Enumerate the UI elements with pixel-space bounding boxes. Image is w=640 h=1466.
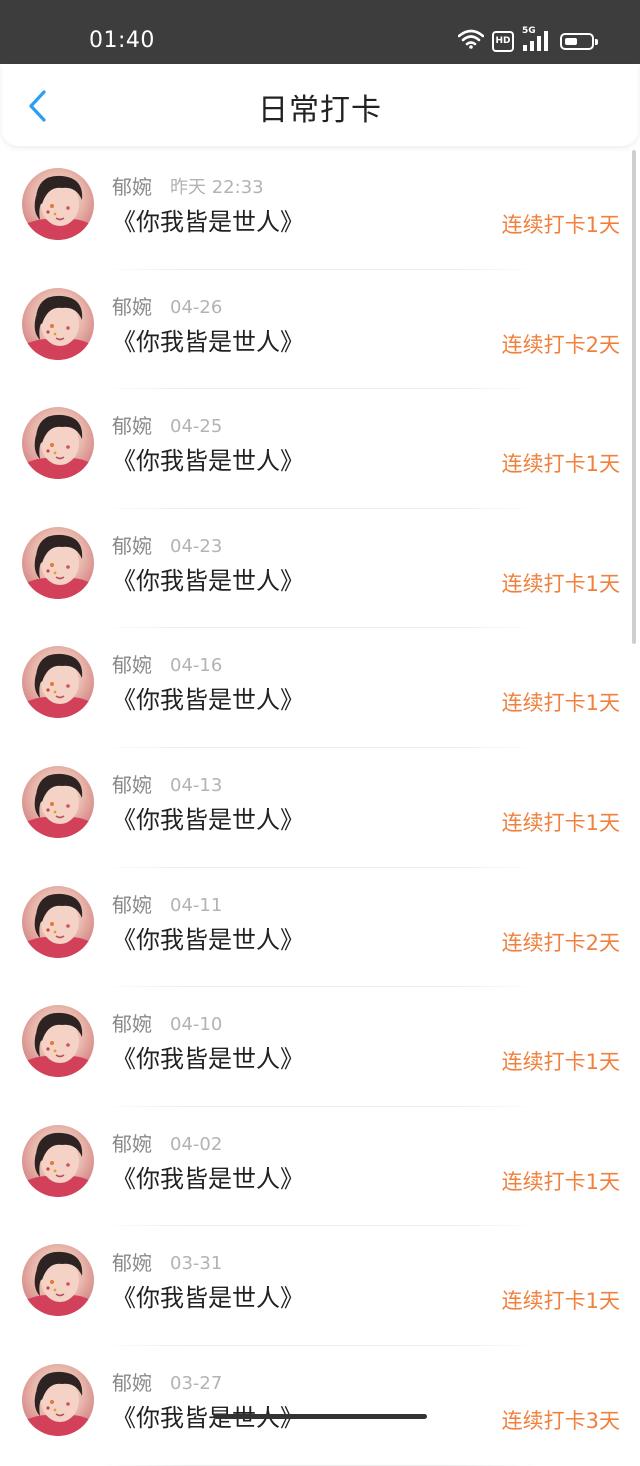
scrollbar[interactable] [632, 150, 636, 644]
user-name: 郁婉 [112, 1369, 152, 1397]
page-title: 日常打卡 [2, 64, 638, 146]
wifi-icon [458, 29, 484, 53]
book-title: 《你我皆是世人》 [112, 563, 304, 599]
book-title: 《你我皆是世人》 [112, 802, 304, 838]
streak-label: 连续打卡2天 [502, 328, 620, 362]
status-time: 01:40 [89, 26, 155, 56]
app-header: 日常打卡 [2, 64, 638, 146]
checkin-item[interactable]: 郁婉 04-11 《你我皆是世人》 连续打卡2天 [0, 868, 640, 988]
streak-label: 连续打卡1天 [502, 208, 620, 242]
status-icons: HD 5G [458, 26, 594, 56]
avatar[interactable] [22, 407, 94, 479]
book-title: 《你我皆是世人》 [112, 1161, 304, 1197]
user-name: 郁婉 [112, 173, 152, 201]
user-name: 郁婉 [112, 771, 152, 799]
avatar[interactable] [22, 766, 94, 838]
user-name: 郁婉 [112, 293, 152, 321]
checkin-item[interactable]: 郁婉 03-31 《你我皆是世人》 连续打卡1天 [0, 1226, 640, 1346]
divider [100, 1465, 540, 1466]
avatar[interactable] [22, 168, 94, 240]
user-name: 郁婉 [112, 412, 152, 440]
checkin-item[interactable]: 郁婉 03-27 《你我皆是世人》 连续打卡3天 [0, 1346, 640, 1466]
checkin-item[interactable]: 郁婉 04-23 《你我皆是世人》 连续打卡1天 [0, 509, 640, 629]
user-name: 郁婉 [112, 532, 152, 560]
streak-label: 连续打卡3天 [502, 1404, 620, 1438]
book-title: 《你我皆是世人》 [112, 324, 304, 360]
signal-5g-icon: 5G [522, 30, 552, 52]
post-date: 04-23 [170, 533, 222, 561]
streak-label: 连续打卡1天 [502, 686, 620, 720]
avatar[interactable] [22, 886, 94, 958]
post-date: 04-10 [170, 1011, 222, 1039]
home-indicator[interactable] [213, 1414, 427, 1419]
status-bar: 01:40 HD 5G [0, 0, 640, 64]
book-title: 《你我皆是世人》 [112, 682, 304, 718]
checkin-item[interactable]: 郁婉 04-25 《你我皆是世人》 连续打卡1天 [0, 389, 640, 509]
book-title: 《你我皆是世人》 [112, 922, 304, 958]
checkin-item[interactable]: 郁婉 04-13 《你我皆是世人》 连续打卡1天 [0, 748, 640, 868]
avatar[interactable] [22, 527, 94, 599]
post-date: 04-11 [170, 892, 222, 920]
book-title: 《你我皆是世人》 [112, 1041, 304, 1077]
streak-label: 连续打卡1天 [502, 567, 620, 601]
checkin-item[interactable]: 郁婉 04-02 《你我皆是世人》 连续打卡1天 [0, 1107, 640, 1227]
book-title: 《你我皆是世人》 [112, 204, 304, 240]
book-title: 《你我皆是世人》 [112, 443, 304, 479]
streak-label: 连续打卡1天 [502, 447, 620, 481]
avatar[interactable] [22, 646, 94, 718]
post-date: 04-13 [170, 772, 222, 800]
post-date: 04-02 [170, 1131, 222, 1159]
streak-label: 连续打卡2天 [502, 926, 620, 960]
streak-label: 连续打卡1天 [502, 1045, 620, 1079]
user-name: 郁婉 [112, 651, 152, 679]
user-name: 郁婉 [112, 891, 152, 919]
streak-label: 连续打卡1天 [502, 806, 620, 840]
hd-icon: HD [492, 31, 514, 52]
user-name: 郁婉 [112, 1249, 152, 1277]
post-date: 04-26 [170, 294, 222, 322]
checkin-item[interactable]: 郁婉 04-10 《你我皆是世人》 连续打卡1天 [0, 987, 640, 1107]
post-date: 昨天 22:33 [170, 174, 264, 202]
avatar[interactable] [22, 1005, 94, 1077]
checkin-item[interactable]: 郁婉 昨天 22:33 《你我皆是世人》 连续打卡1天 [0, 150, 640, 270]
post-date: 04-16 [170, 652, 222, 680]
battery-level [565, 38, 577, 45]
checkin-item[interactable]: 郁婉 04-16 《你我皆是世人》 连续打卡1天 [0, 628, 640, 748]
avatar[interactable] [22, 1125, 94, 1197]
post-date: 04-25 [170, 413, 222, 441]
checkin-item[interactable]: 郁婉 04-26 《你我皆是世人》 连续打卡2天 [0, 270, 640, 390]
user-name: 郁婉 [112, 1010, 152, 1038]
streak-label: 连续打卡1天 [502, 1165, 620, 1199]
user-name: 郁婉 [112, 1130, 152, 1158]
avatar[interactable] [22, 1364, 94, 1436]
streak-label: 连续打卡1天 [502, 1284, 620, 1318]
checkin-list: 郁婉 昨天 22:33 《你我皆是世人》 连续打卡1天 郁婉 04-26 《你我… [0, 150, 640, 1466]
battery-icon [560, 33, 594, 50]
book-title: 《你我皆是世人》 [112, 1280, 304, 1316]
post-date: 03-31 [170, 1250, 222, 1278]
post-date: 03-27 [170, 1370, 222, 1398]
avatar[interactable] [22, 288, 94, 360]
avatar[interactable] [22, 1244, 94, 1316]
